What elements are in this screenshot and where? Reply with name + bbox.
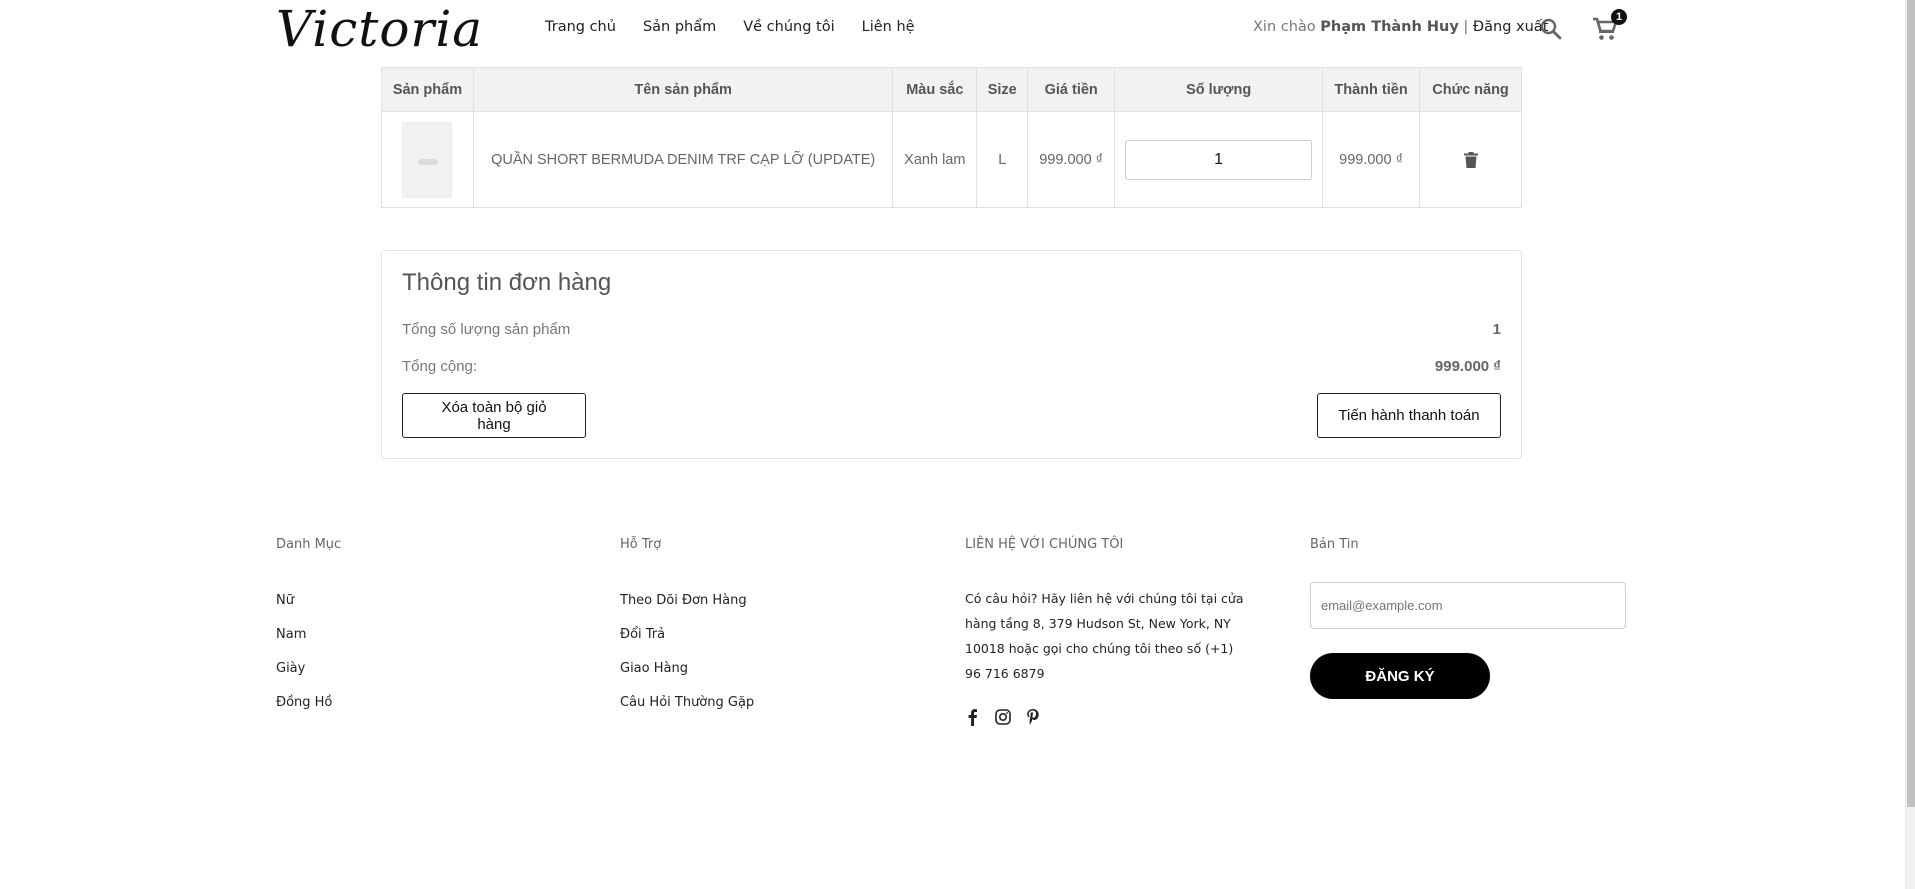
footer-link-faq[interactable]: Câu Hỏi Thường Gặp — [620, 695, 920, 710]
contact-text: Có câu hỏi? Hãy liên hệ với chúng tôi tạ… — [965, 591, 1244, 681]
total-quantity-value: 1 — [1492, 321, 1501, 338]
nav-about[interactable]: Về chúng tôi — [743, 19, 834, 35]
footer-contact: LIÊN HỆ VỚI CHÚNG TÔI Có câu hỏi? Hãy li… — [965, 537, 1265, 726]
footer-contact-title: LIÊN HỆ VỚI CHÚNG TÔI — [965, 537, 1124, 552]
site-logo[interactable]: Victoria — [276, 0, 483, 58]
product-image-cell — [381, 111, 474, 208]
table-header-row: Sản phẩm Tên sản phẩm Màu sắc Size Giá t… — [381, 67, 1522, 112]
total-label: Tổng cộng: — [402, 358, 478, 375]
trash-icon[interactable] — [1463, 151, 1478, 168]
col-quantity: Số lượng — [1114, 67, 1324, 112]
subscribe-button[interactable]: ĐĂNG KÝ — [1310, 653, 1490, 699]
social-links — [965, 708, 1265, 726]
page-scrollbar[interactable] — [1905, 0, 1915, 889]
col-size: Size — [976, 67, 1029, 112]
footer-link-shipping[interactable]: Giao Hàng — [620, 661, 920, 676]
clear-cart-button[interactable]: Xóa toàn bộ giỏ hàng — [402, 393, 586, 438]
main-nav: Trang chủ Sản phẩm Về chúng tôi Liên hệ — [545, 19, 942, 35]
user-greeting: Xin chào Phạm Thành Huy | Đăng xuất — [1253, 19, 1548, 35]
total-row: Tổng cộng: 999.000 ₫ — [402, 358, 1501, 375]
product-name: QUẦN SHORT BERMUDA DENIM TRF CẠP LỠ (UPD… — [472, 111, 894, 208]
search-icon[interactable] — [1539, 17, 1563, 41]
footer-link-women[interactable]: Nữ — [276, 593, 576, 608]
checkout-button[interactable]: Tiến hành thanh toán — [1317, 393, 1501, 438]
instagram-icon[interactable] — [995, 708, 1011, 726]
total-value: 999.000 ₫ — [1434, 358, 1501, 375]
footer-categories-title: Danh Mục — [276, 537, 342, 552]
footer-link-watches[interactable]: Đồng Hồ — [276, 695, 576, 710]
site-header: Victoria Trang chủ Sản phẩm Về chúng tôi… — [0, 0, 1905, 58]
footer-link-men[interactable]: Nam — [276, 627, 576, 642]
nav-home[interactable]: Trang chủ — [545, 19, 616, 35]
product-color: Xanh lam — [892, 111, 978, 208]
col-product: Sản phẩm — [381, 67, 474, 112]
nav-products[interactable]: Sản phẩm — [643, 19, 716, 35]
product-price: 999.000 ₫ — [1027, 111, 1116, 208]
greeting-text: Xin chào — [1253, 19, 1316, 35]
newsletter-email-input[interactable] — [1310, 582, 1626, 629]
product-subtotal: 999.000 ₫ — [1322, 111, 1421, 208]
total-quantity-row: Tổng số lượng sản phẩm 1 — [402, 321, 1501, 338]
col-price: Giá tiền — [1027, 67, 1116, 112]
footer-link-track-order[interactable]: Theo Dõi Đơn Hàng — [620, 593, 920, 608]
summary-title: Thông tin đơn hàng — [402, 269, 612, 296]
order-summary: Thông tin đơn hàng Tổng số lượng sản phẩ… — [381, 250, 1522, 459]
quantity-cell — [1114, 111, 1324, 208]
col-actions: Chức năng — [1419, 67, 1522, 112]
nav-contact[interactable]: Liên hệ — [862, 19, 915, 35]
product-size: L — [976, 111, 1029, 208]
product-image[interactable] — [402, 121, 453, 198]
footer-support: Hỗ Trợ Theo Dõi Đơn Hàng Đổi Trả Giao Hà… — [620, 537, 920, 729]
footer-newsletter: Bản Tin ĐĂNG KÝ — [1310, 537, 1640, 699]
footer-support-title: Hỗ Trợ — [620, 537, 662, 552]
separator: | — [1463, 19, 1469, 35]
footer-link-shoes[interactable]: Giày — [276, 661, 576, 676]
cart-table: Sản phẩm Tên sản phẩm Màu sắc Size Giá t… — [381, 67, 1522, 208]
user-name: Phạm Thành Huy — [1320, 19, 1459, 35]
footer-categories: Danh Mục Nữ Nam Giày Đồng Hồ — [276, 537, 576, 729]
cart-count-badge: 1 — [1611, 9, 1627, 25]
col-subtotal: Thành tiền — [1322, 67, 1421, 112]
facebook-icon[interactable] — [965, 708, 981, 726]
col-color: Màu sắc — [892, 67, 978, 112]
total-quantity-label: Tổng số lượng sản phẩm — [402, 321, 571, 338]
actions-cell — [1419, 111, 1522, 208]
footer-link-returns[interactable]: Đổi Trả — [620, 627, 920, 642]
pinterest-icon[interactable] — [1025, 708, 1041, 726]
quantity-input[interactable] — [1125, 139, 1313, 180]
col-product-name: Tên sản phẩm — [472, 67, 894, 112]
table-row: QUẦN SHORT BERMUDA DENIM TRF CẠP LỠ (UPD… — [381, 111, 1522, 208]
logout-link[interactable]: Đăng xuất — [1473, 19, 1548, 35]
footer-newsletter-title: Bản Tin — [1310, 537, 1359, 552]
scrollbar-thumb[interactable] — [1907, 0, 1915, 807]
